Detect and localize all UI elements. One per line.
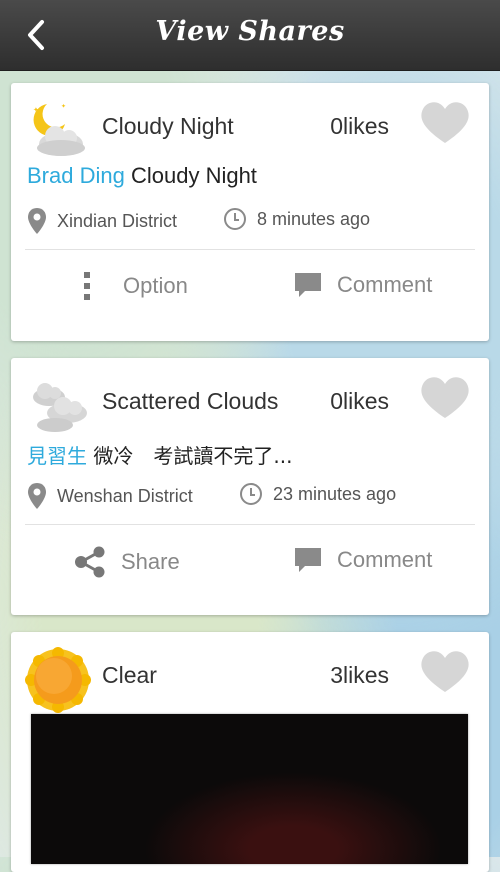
heart-icon[interactable] — [419, 374, 471, 420]
location: Wenshan District — [27, 482, 193, 510]
share-label: Share — [121, 549, 180, 574]
comment-label: Comment — [337, 272, 433, 297]
heart-icon[interactable] — [419, 648, 471, 694]
divider — [25, 249, 475, 250]
time-text: 8 minutes ago — [257, 208, 371, 229]
sun-icon — [25, 647, 91, 713]
share-card: Scattered Clouds 0likes 見習生 微冷 考試讀不完了...… — [11, 358, 489, 615]
location-pin-icon — [28, 208, 46, 234]
share-button[interactable]: Share — [73, 546, 180, 578]
location-text: Wenshan District — [57, 485, 193, 506]
likes-count: 0likes — [330, 388, 389, 414]
clock-icon — [240, 483, 262, 505]
comment-label: Comment — [337, 547, 433, 572]
message-text: Cloudy Night — [130, 163, 257, 188]
scattered-clouds-icon — [33, 383, 87, 432]
time-text: 23 minutes ago — [273, 483, 397, 504]
shared-photo[interactable] — [31, 714, 468, 864]
timestamp: 8 minutes ago — [223, 207, 370, 231]
page-title: View Shares — [155, 16, 345, 47]
comment-button[interactable]: Comment — [293, 271, 432, 299]
share-card: ✦ ✦ Cloudy Night 0likes Brad Ding Cloudy… — [11, 83, 489, 341]
top-bar: View Shares — [0, 0, 500, 71]
location-text: Xindian District — [57, 210, 178, 231]
comment-button[interactable]: Comment — [293, 546, 432, 574]
svg-text:✦: ✦ — [33, 106, 39, 114]
likes-count: 0likes — [330, 113, 389, 139]
weather-name: Cloudy Night — [102, 113, 234, 139]
share-icon — [75, 546, 105, 578]
user-name-link[interactable]: 見習生 — [27, 444, 87, 468]
location: Xindian District — [27, 207, 177, 235]
message-text: 微冷 考試讀不完了... — [93, 444, 293, 468]
option-button[interactable]: Option — [83, 271, 188, 301]
user-name-link[interactable]: Brad Ding — [27, 163, 125, 188]
cloudy-night-icon: ✦ ✦ — [33, 103, 85, 156]
likes-count: 3likes — [330, 662, 389, 688]
weather-name: Scattered Clouds — [102, 388, 279, 414]
share-message: Brad Ding Cloudy Night — [27, 163, 257, 189]
weather-name: Clear — [102, 662, 157, 688]
clock-icon — [224, 208, 246, 230]
more-vertical-icon — [84, 272, 90, 300]
share-message: 見習生 微冷 考試讀不完了... — [27, 440, 292, 469]
share-card: Clear 3likes — [11, 632, 489, 872]
heart-icon[interactable] — [419, 99, 471, 145]
location-pin-icon — [28, 483, 46, 509]
divider — [25, 524, 475, 525]
svg-text:✦: ✦ — [61, 103, 66, 110]
comment-icon — [295, 273, 321, 297]
timestamp: 23 minutes ago — [239, 482, 396, 506]
comment-icon — [295, 548, 321, 572]
option-label: Option — [123, 273, 188, 298]
